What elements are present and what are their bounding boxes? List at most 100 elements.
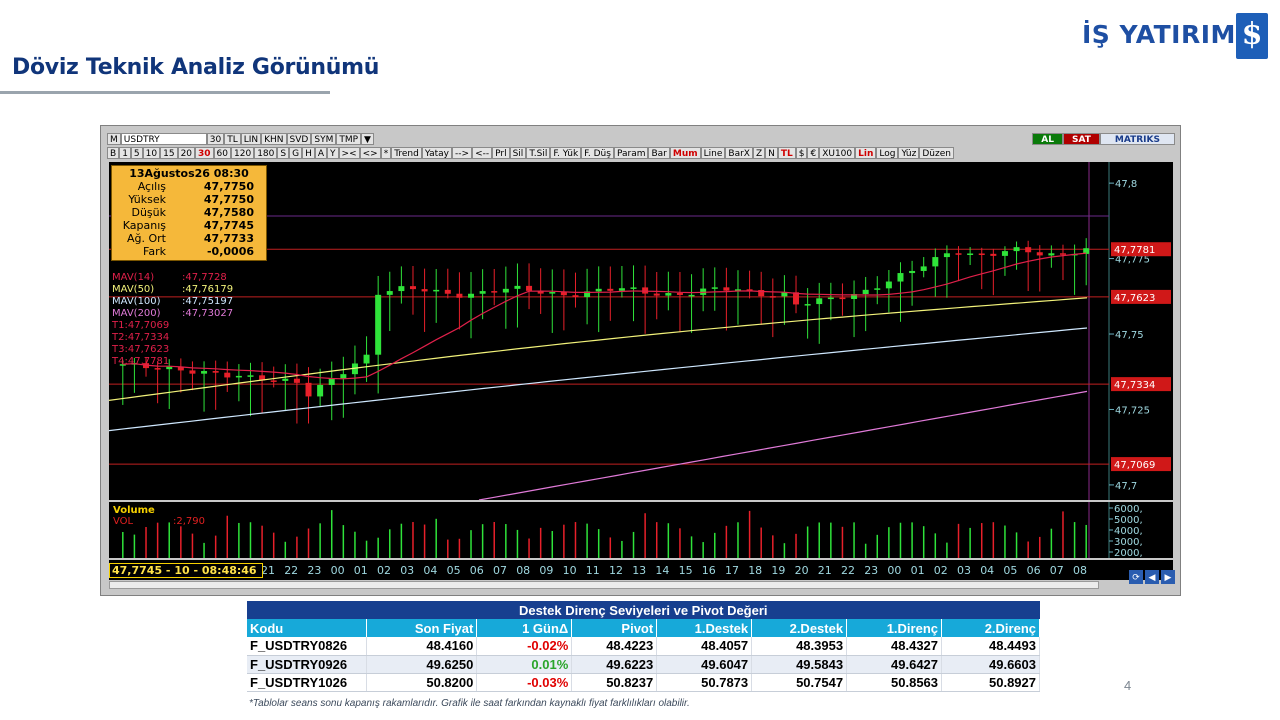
toolbar-button[interactable]: Y (327, 147, 339, 159)
vol-label: VOL (113, 516, 134, 527)
toolbar-top-item[interactable]: LIN (240, 133, 262, 145)
toolbar-button[interactable]: S (277, 147, 290, 159)
candle-body (816, 298, 823, 305)
toolbar-top-item[interactable]: M (107, 133, 121, 145)
table-row: F_USDTRY0826 48.4160 -0.02% 48.4223 48.4057 4… (247, 637, 1040, 656)
toolbar-top-item[interactable]: USDTRY (120, 133, 207, 145)
toolbar-button[interactable]: Z (752, 147, 766, 159)
candle-body (943, 253, 950, 258)
toolbar-button[interactable]: >< (338, 147, 360, 159)
toolbar-button[interactable]: F. Düş (581, 147, 614, 159)
title-underline (0, 91, 330, 94)
toolbar-button[interactable]: Mum (669, 147, 701, 159)
toolbar-button[interactable]: 10 (142, 147, 161, 159)
table-cell: 49.6427 (846, 655, 943, 674)
toolbar-top-item[interactable]: 30 (206, 133, 225, 145)
toolbar-button[interactable]: 1 (119, 147, 131, 159)
toolbar-top-item[interactable]: ▼ (361, 133, 374, 145)
info-row: Fark -0,0006 (112, 245, 266, 258)
toolbar-button[interactable]: --> (452, 147, 473, 159)
candle-body (433, 289, 440, 292)
brand-name: İŞ YATIRIM (1082, 20, 1236, 49)
price-tick-label: 47,725 (1115, 405, 1150, 416)
toolbar-button[interactable]: <> (359, 147, 381, 159)
candle-body (270, 380, 277, 382)
toolbar-button[interactable]: Yatay (421, 147, 453, 159)
toolbar-matriks-button[interactable]: MATRIKS (1099, 133, 1175, 145)
toolbar-button[interactable]: 20 (177, 147, 196, 159)
toolbar-button[interactable]: 60 (213, 147, 231, 159)
toolbar-button[interactable]: G (289, 147, 303, 159)
toolbar-button[interactable]: Lin (855, 147, 877, 159)
indicator-name: MAV(100) (112, 296, 161, 307)
toolbar-button[interactable]: 120 (231, 147, 255, 159)
toolbar-top-item[interactable]: KHN (261, 133, 287, 145)
toolbar-button[interactable]: F. Yük (550, 147, 582, 159)
price-chart[interactable]: 47,8 47,775 47,75 47,725 47,7 47,7781 47,7623 4… (108, 162, 1173, 501)
time-label: 14 (655, 564, 669, 577)
time-label: 06 (1027, 564, 1041, 577)
toolbar-button[interactable]: € (807, 147, 820, 159)
toolbar-button[interactable]: Param (613, 147, 649, 159)
toolbar-button[interactable]: A (314, 147, 328, 159)
toolbar-button[interactable]: TL (777, 147, 796, 159)
toolbar-button[interactable]: Yüz (898, 147, 920, 159)
candle-body (1059, 253, 1066, 255)
toolbar-button[interactable]: B (107, 147, 120, 159)
toolbar-button[interactable]: $ (795, 147, 808, 159)
table-cell: 48.4493 (941, 637, 1040, 656)
toolbar-button[interactable]: Log (876, 147, 899, 159)
toolbar-button[interactable]: * (380, 147, 392, 159)
toolbar-button[interactable]: Line (700, 147, 726, 159)
toolbar-top-item[interactable]: SVD (286, 133, 312, 145)
toolbar-al-button[interactable]: AL (1032, 133, 1063, 145)
page-title: Döviz Teknik Analiz Görünümü (12, 55, 380, 80)
indicator-value: :47,75197 (182, 296, 234, 307)
info-row: Açılış 47,7750 (112, 180, 266, 193)
table-cell: 49.5843 (751, 655, 848, 674)
column-header: Son Fiyat (366, 619, 478, 637)
info-label: Açılış (137, 180, 166, 193)
toolbar-top-item[interactable]: TL (224, 133, 241, 145)
candle-body (723, 287, 730, 291)
time-label: 08 (1073, 564, 1087, 577)
toolbar-button[interactable]: XU100 (819, 147, 856, 159)
toolbar-button[interactable]: 5 (130, 147, 143, 159)
price-tag-label: 47,7623 (1114, 293, 1155, 304)
toolbar-button[interactable]: H (302, 147, 315, 159)
toolbar-top-item[interactable]: SYM (311, 133, 337, 145)
price-readout: 47,7745 - 10 - 08:48:46 (109, 563, 263, 578)
toolbar-button[interactable]: 30 (195, 147, 214, 159)
refresh-icon[interactable]: ⟳ (1129, 570, 1143, 584)
toolbar-button[interactable]: Prl (492, 147, 510, 159)
volume-chart[interactable]: Volume VOL:2,790 6000, 5000, 4000, 3000, 2000, (109, 502, 1173, 559)
toolbar-button[interactable]: BarX (725, 147, 753, 159)
price-tag-label: 47,7334 (1114, 380, 1155, 391)
toolbar-button[interactable]: Düzen (919, 147, 954, 159)
time-label: 05 (447, 564, 461, 577)
candle-body (909, 270, 916, 274)
candle-body (212, 371, 219, 373)
toolbar-sat-button[interactable]: SAT (1063, 133, 1100, 145)
time-label: 22 (284, 564, 298, 577)
scroll-left-icon[interactable]: ◀ (1145, 570, 1159, 584)
scroll-right-icon[interactable]: ▶ (1161, 570, 1175, 584)
toolbar-button[interactable]: <-- (472, 147, 493, 159)
table-caption-row: Destek Direnç Seviyeleri ve Pivot Değeri (247, 601, 1040, 619)
toolbar-button[interactable]: 15 (160, 147, 178, 159)
toolbar-button[interactable]: 180 (254, 147, 278, 159)
pivot-table: Destek Direnç Seviyeleri ve Pivot Değeri… (247, 601, 1040, 692)
toolbar-button[interactable]: Sil (509, 147, 527, 159)
candle-body (502, 288, 509, 293)
candle-body (560, 292, 567, 296)
horizontal-scrollbar[interactable] (109, 581, 1099, 589)
candle-body (897, 273, 904, 282)
toolbar-top-item[interactable]: TMP (336, 133, 362, 145)
toolbar-button[interactable]: N (765, 147, 778, 159)
toolbar-button[interactable]: Bar (648, 147, 670, 159)
toolbar-button[interactable]: Trend (391, 147, 422, 159)
indicator-entry: T1:47,7069 (112, 320, 233, 332)
toolbar-button[interactable]: T.Sil (526, 147, 551, 159)
info-row: Düşük 47,7580 (112, 206, 266, 219)
info-value: 47,7580 (203, 206, 254, 219)
